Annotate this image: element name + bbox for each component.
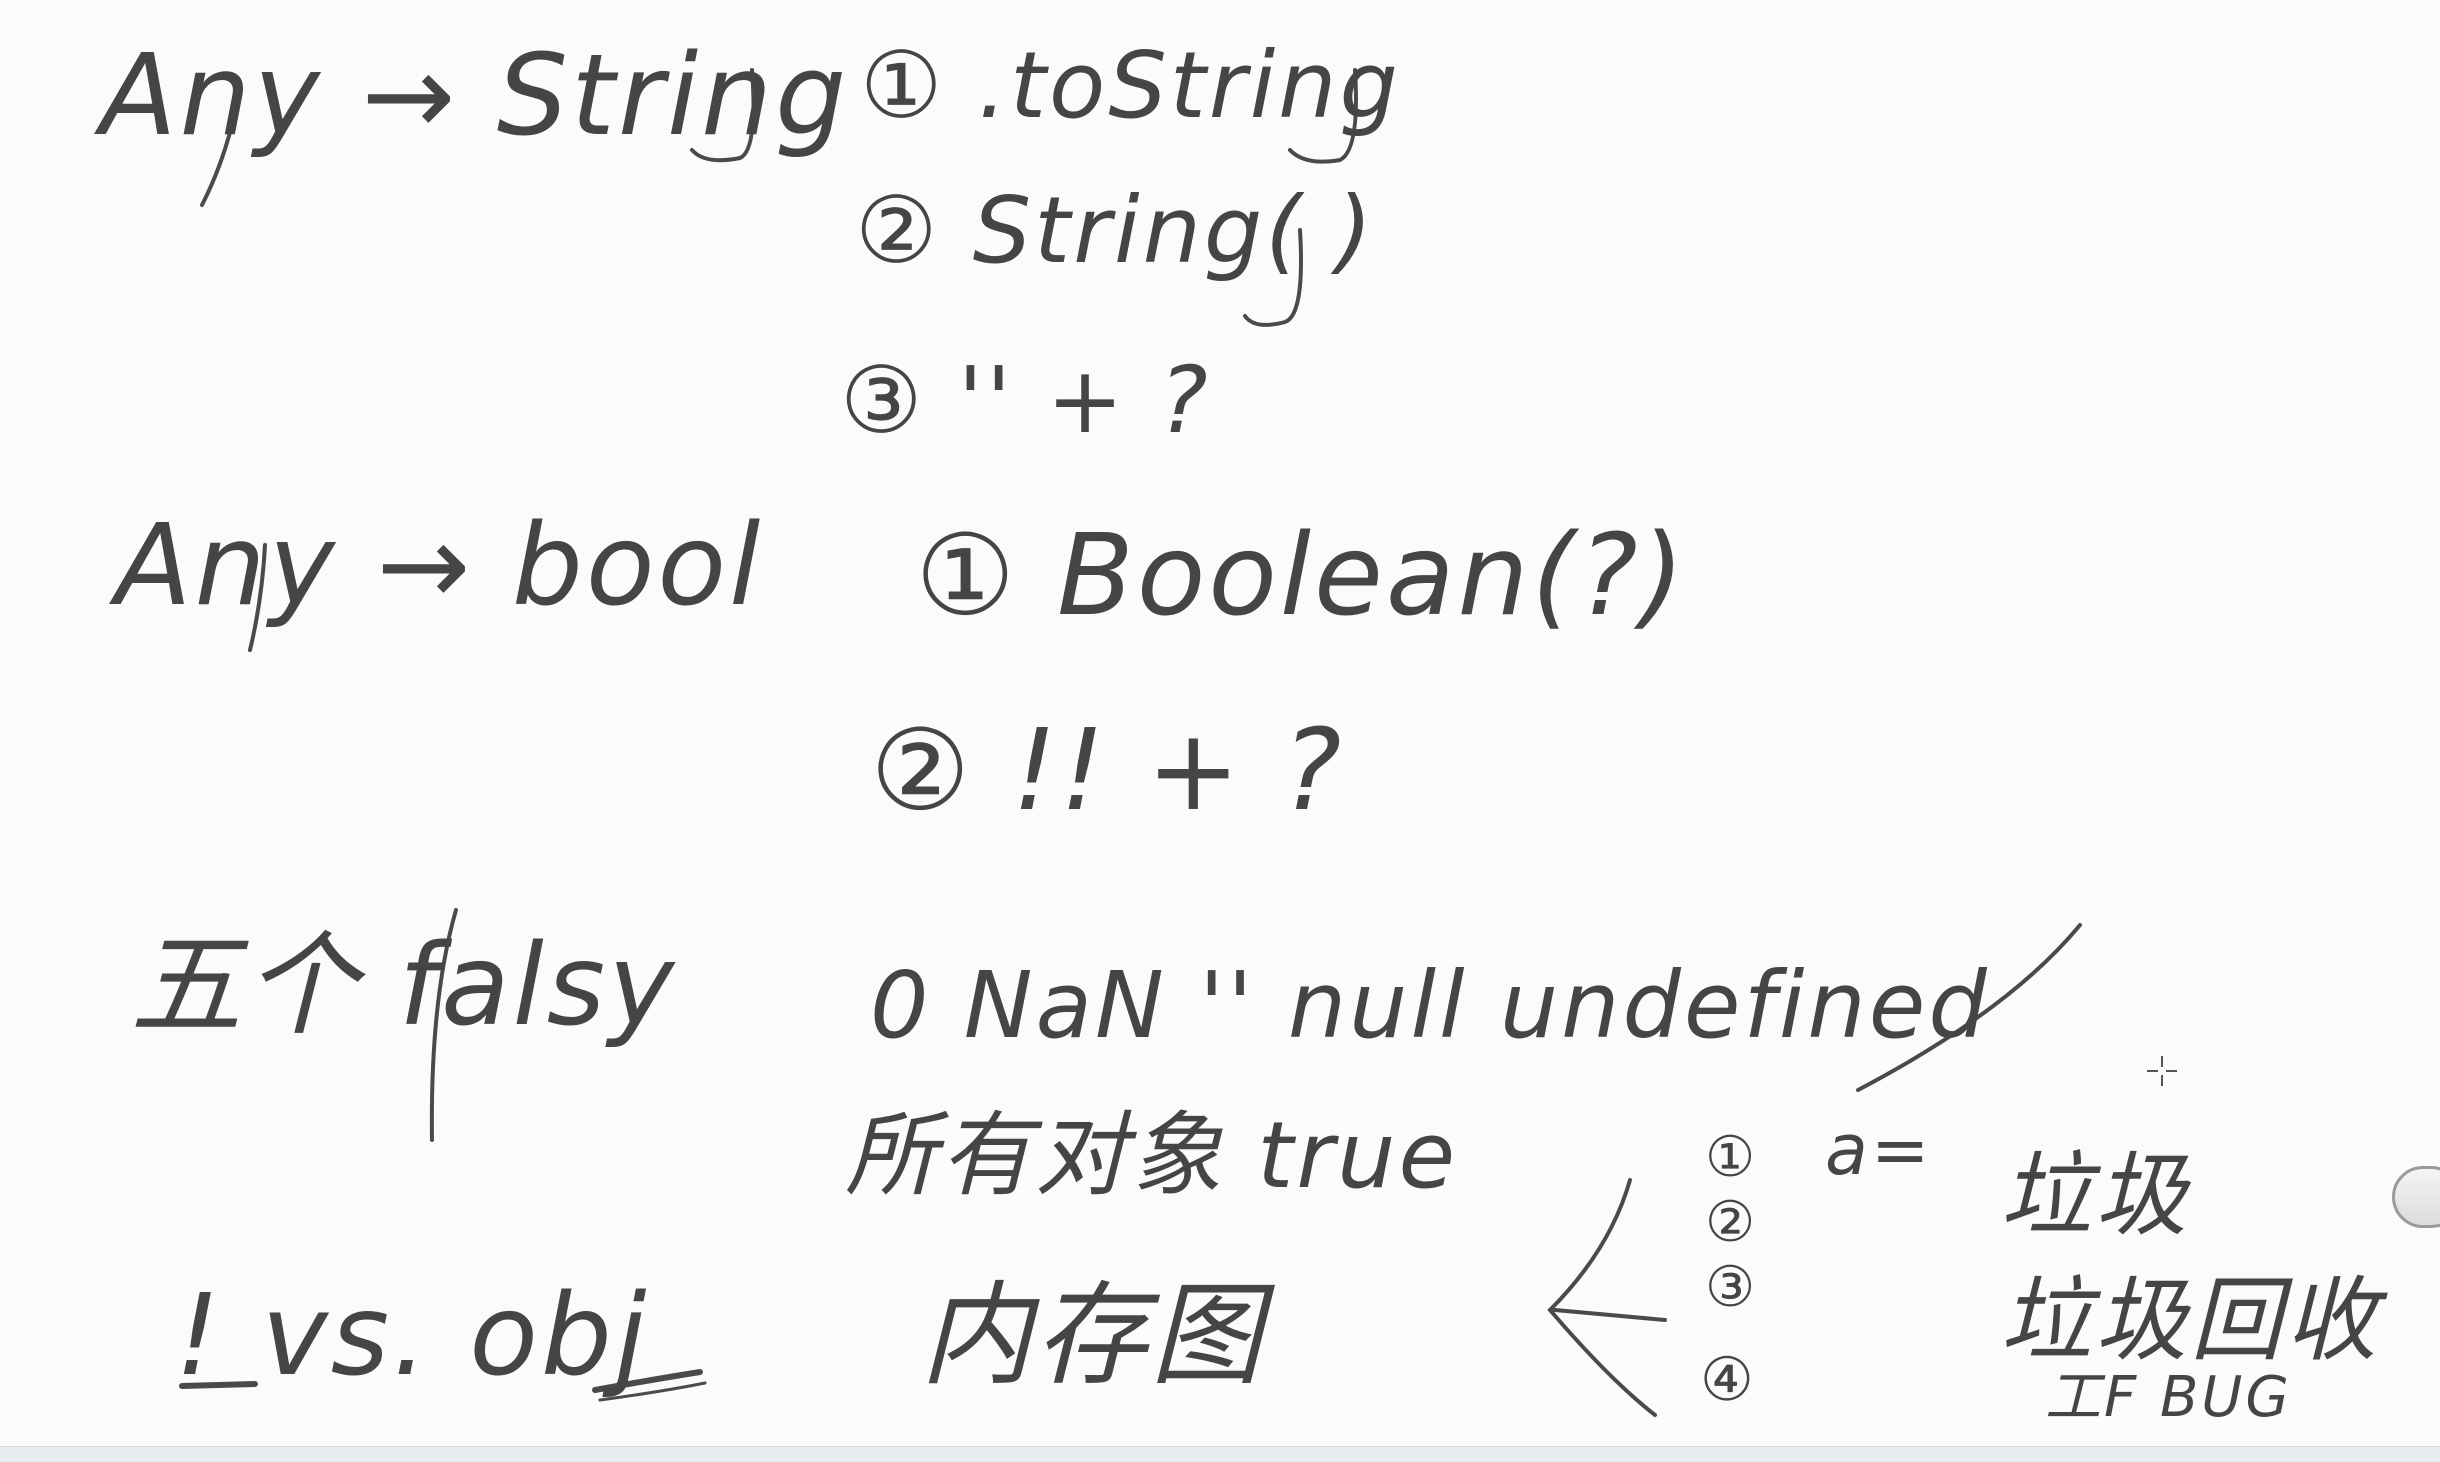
note-row4-right2: 垃圾回收 xyxy=(2000,1267,2381,1374)
list-item-4: ④ xyxy=(1700,1345,1754,1415)
note-row3-note: 所有对象 true xyxy=(845,1102,1459,1209)
note-row4-left: ! vs. obj xyxy=(175,1271,650,1401)
whiteboard-canvas: Any → String ① .toString ② String( ) ③ '… xyxy=(0,0,2440,1462)
crosshair-cursor-icon xyxy=(2147,1056,2177,1086)
bottom-scrollbar[interactable] xyxy=(0,1446,2440,1462)
note-row2-left: Any → bool xyxy=(115,501,764,631)
note-row3-index: a= xyxy=(1825,1109,1933,1191)
note-row2-item2: ② !! + ? xyxy=(870,706,1345,836)
note-row4-mid: 内存图 xyxy=(920,1271,1265,1401)
list-item-3: ③ xyxy=(1705,1255,1756,1320)
note-row1-item2: ② String( ) xyxy=(855,177,1376,284)
note-row3-left: 五个 falsy xyxy=(130,921,678,1051)
note-row1-left: Any → String xyxy=(100,31,850,161)
list-item-1: ① xyxy=(1705,1125,1756,1190)
list-item-2: ② xyxy=(1705,1190,1756,1255)
note-row1-item3: ③ '' + ? xyxy=(840,347,1211,454)
note-row4-right3: 工F BUG xyxy=(2045,1365,2292,1430)
note-row4-right1: 垃圾 xyxy=(2000,1142,2191,1249)
note-row1-item1: ① .toString xyxy=(860,32,1401,139)
note-row3-values: 0 NaN '' null undefined xyxy=(870,952,1990,1059)
note-row2-item1: ① Boolean(?) xyxy=(915,511,1688,641)
